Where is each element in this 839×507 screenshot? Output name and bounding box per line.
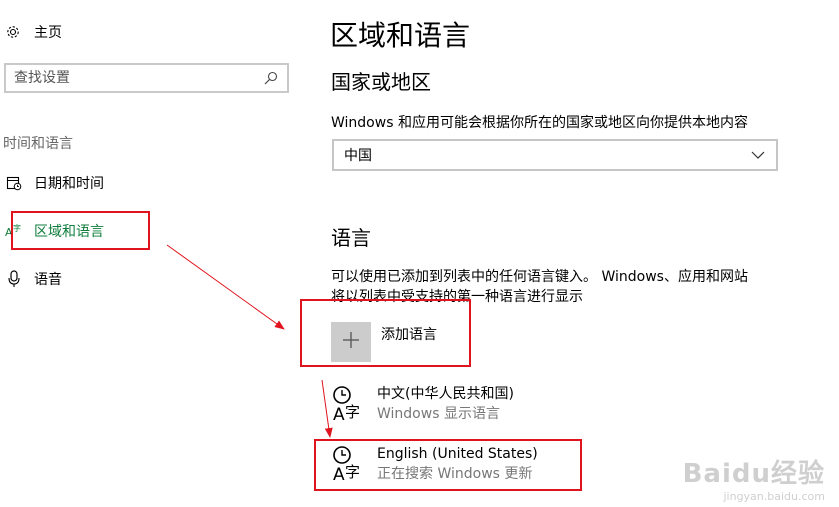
- watermark-logo: Baidu经验: [682, 459, 825, 489]
- annotation-arrows: [166, 244, 333, 438]
- watermark: Baidu经验 jingyan.baidu.com: [683, 453, 825, 503]
- annotation-arrow: [166, 244, 285, 330]
- watermark-url: jingyan.baidu.com: [723, 490, 825, 503]
- annotation-arrow: [321, 379, 333, 438]
